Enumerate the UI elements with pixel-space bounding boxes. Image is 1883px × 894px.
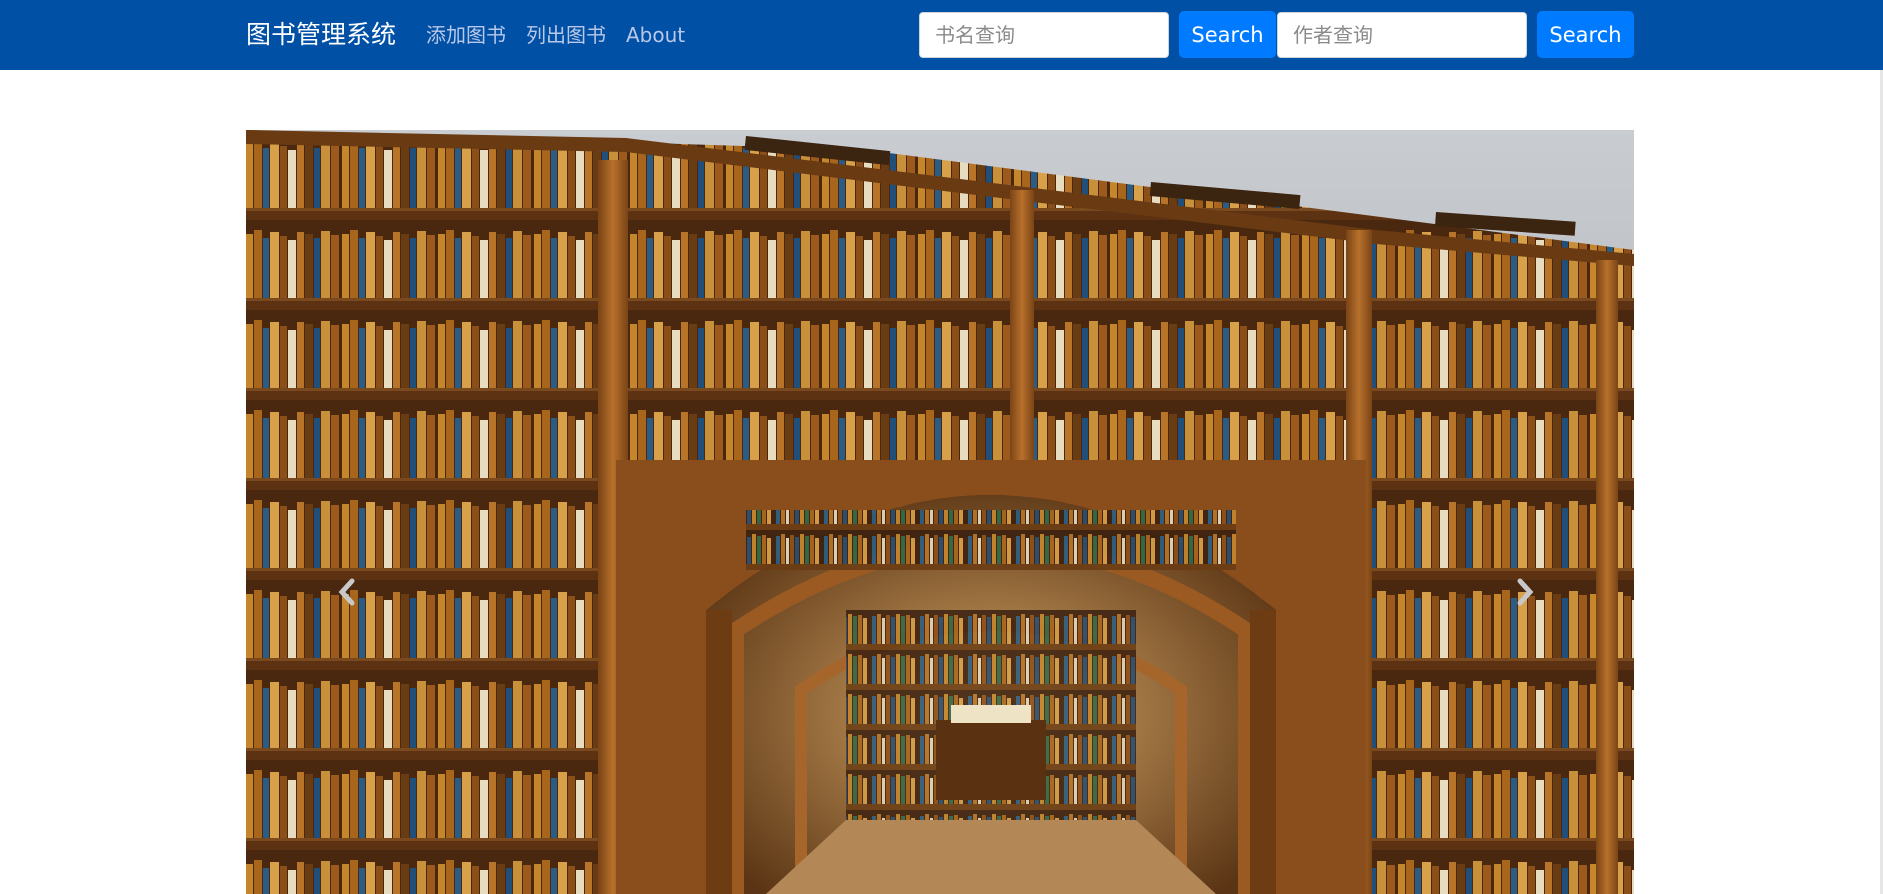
- book-title-search-button[interactable]: Search: [1179, 11, 1276, 58]
- navbar: 图书管理系统 添加图书 列出图书 About Search Search: [0, 0, 1883, 70]
- carousel: [246, 130, 1634, 894]
- carousel-prev-control[interactable]: [332, 572, 362, 612]
- nav-link-about[interactable]: About: [626, 20, 685, 50]
- carousel-next-control[interactable]: [1510, 572, 1540, 612]
- nav-link-add-book[interactable]: 添加图书: [426, 20, 506, 50]
- chevron-right-icon: [1517, 578, 1534, 606]
- book-title-search-input[interactable]: [919, 12, 1169, 58]
- library-image: [246, 130, 1634, 894]
- author-search-input[interactable]: [1277, 12, 1527, 58]
- author-search-button[interactable]: Search: [1537, 11, 1634, 58]
- chevron-left-icon: [338, 578, 355, 606]
- brand-logo[interactable]: 图书管理系统: [246, 18, 396, 52]
- nav-link-list-books[interactable]: 列出图书: [526, 20, 606, 50]
